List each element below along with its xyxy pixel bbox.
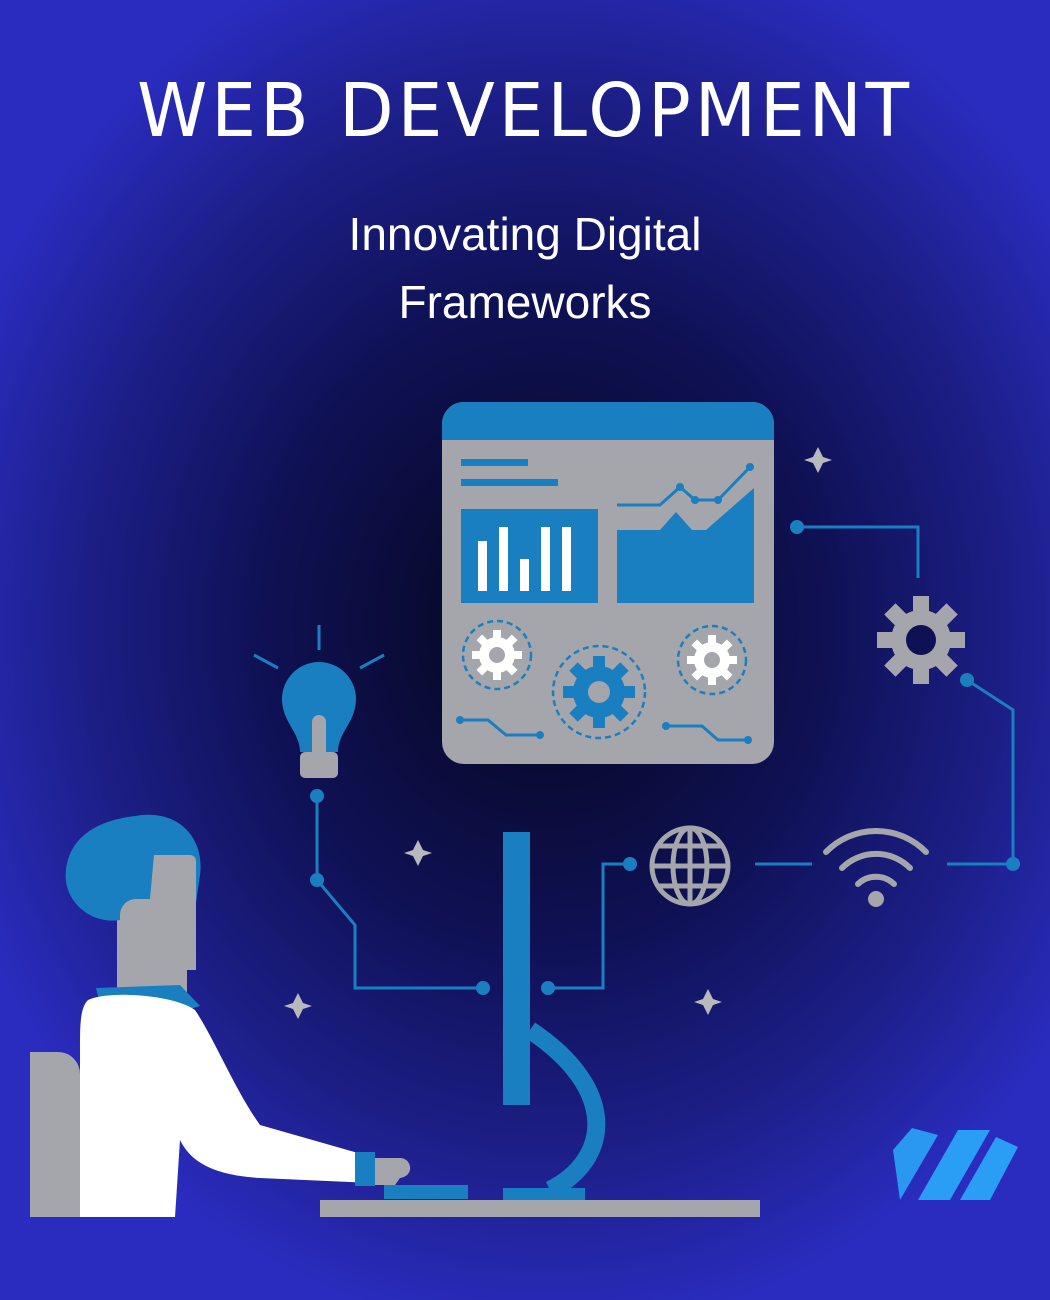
gear-icon bbox=[877, 596, 965, 684]
illustration bbox=[30, 402, 1020, 1217]
lightbulb-icon bbox=[253, 625, 385, 778]
wifi-icon bbox=[823, 827, 929, 887]
person bbox=[65, 814, 468, 1217]
sparkle-icon bbox=[404, 840, 432, 866]
wifi-dot bbox=[868, 891, 884, 907]
globe-icon bbox=[649, 825, 731, 907]
sparkle-icon bbox=[694, 989, 722, 1015]
computer-monitor bbox=[503, 832, 606, 1202]
desk bbox=[320, 1200, 760, 1217]
sparkle-icon bbox=[804, 447, 832, 473]
chair bbox=[30, 1052, 80, 1217]
sparkle-icon bbox=[284, 993, 312, 1019]
dashboard-panel bbox=[442, 402, 774, 764]
bar-chart-widget bbox=[461, 509, 598, 603]
brand-logo bbox=[893, 1128, 1018, 1200]
